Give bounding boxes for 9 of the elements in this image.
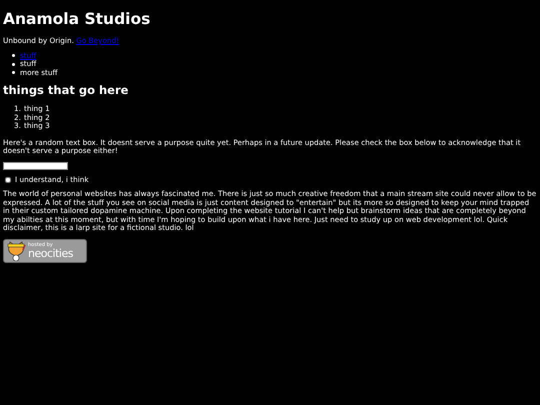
bullet-icon [12, 62, 15, 66]
cat-mascot-icon [6, 240, 26, 260]
acknowledge-checkbox[interactable] [5, 176, 11, 183]
page-title: Anamola Studios [3, 10, 152, 28]
bullet-icon [12, 54, 15, 58]
bullet-icon [12, 71, 15, 74]
badge-brand: neocities [28, 248, 73, 258]
text-field[interactable] [3, 162, 68, 170]
section-heading: things that go here [3, 83, 130, 97]
